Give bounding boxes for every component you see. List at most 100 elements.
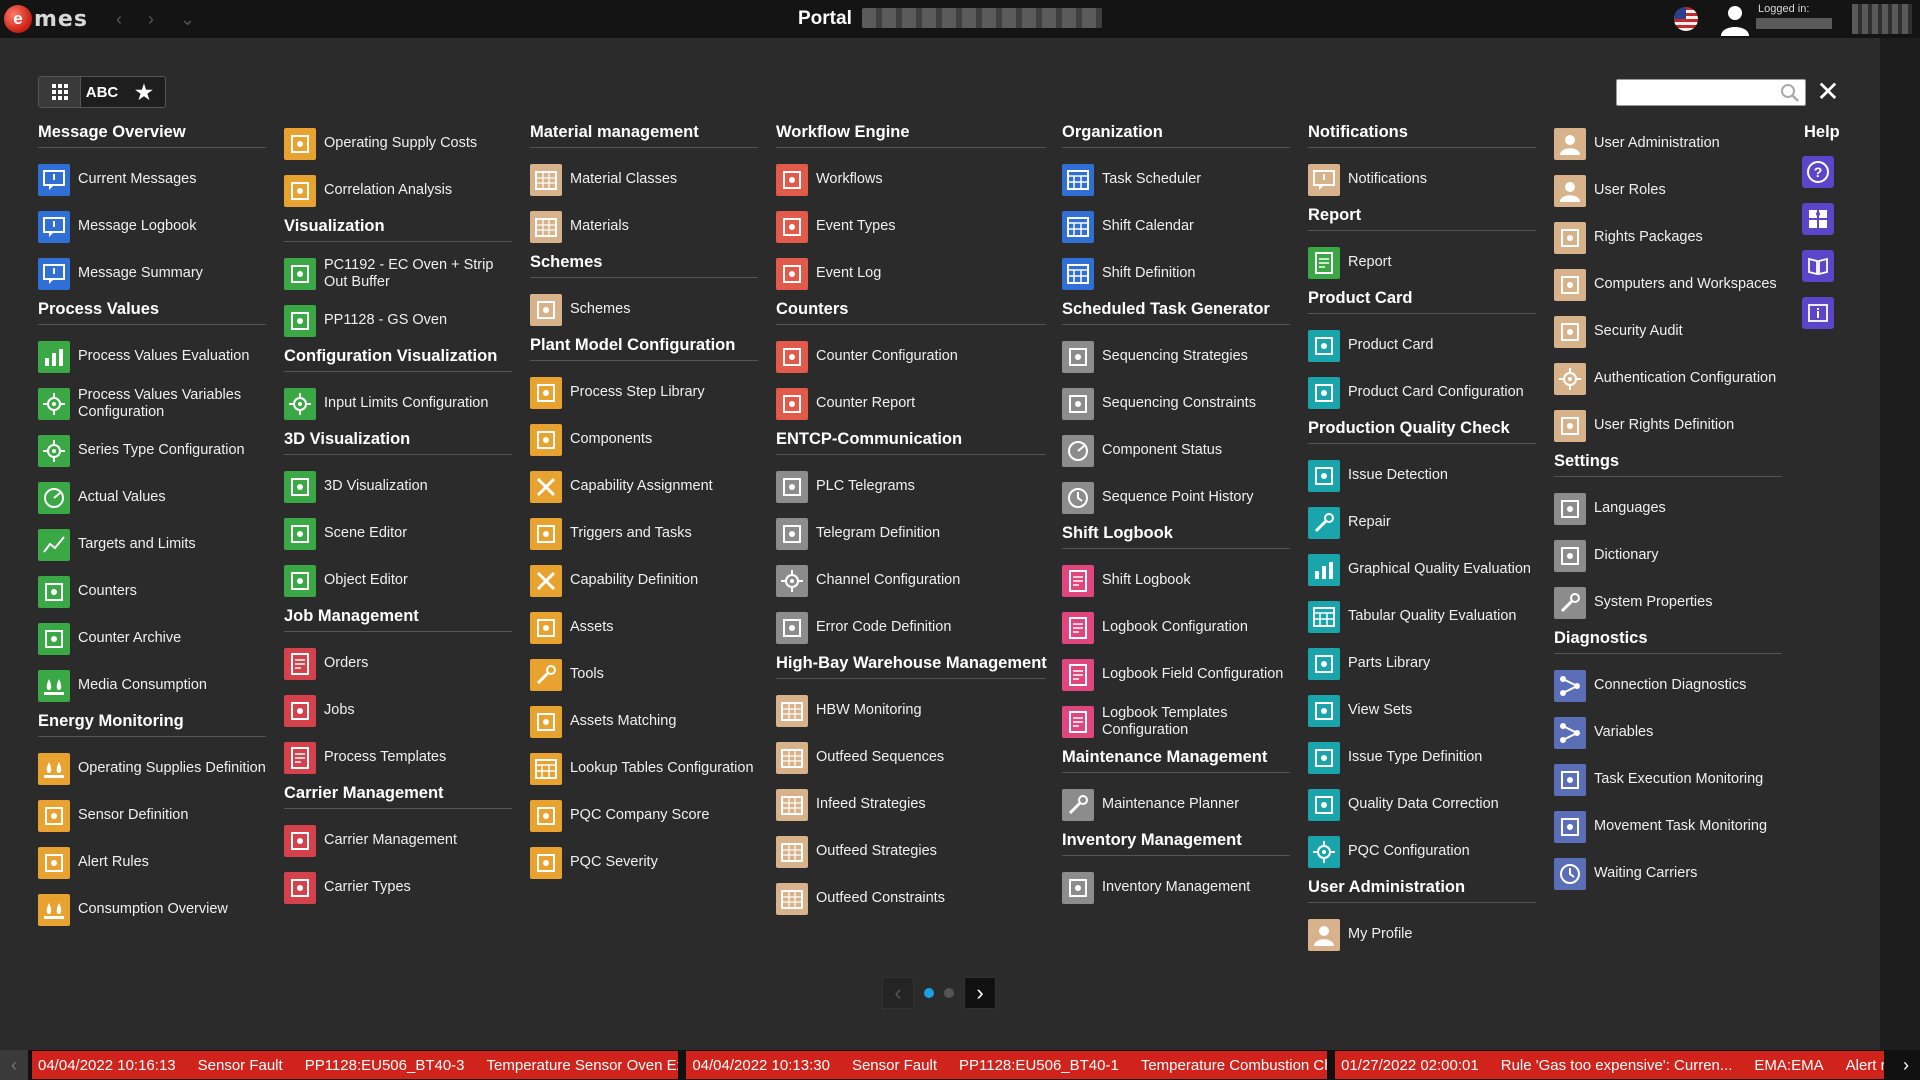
- menu-item[interactable]: Notifications: [1308, 156, 1536, 203]
- menu-item[interactable]: Assets Matching: [530, 698, 758, 745]
- page-dot-2[interactable]: [944, 988, 954, 998]
- forward-icon[interactable]: ›: [148, 9, 154, 30]
- alarm-item[interactable]: 04/04/2022 10:16:13 Sensor Fault PP1128:EU…: [32, 1051, 679, 1079]
- menu-item[interactable]: Message Logbook: [38, 203, 266, 250]
- menu-item[interactable]: Alert Rules: [38, 839, 266, 886]
- menu-item[interactable]: Operating Supplies Definition: [38, 745, 266, 792]
- menu-item[interactable]: Current Messages: [38, 156, 266, 203]
- menu-item[interactable]: Carrier Types: [284, 864, 512, 911]
- menu-item[interactable]: Input Limits Configuration: [284, 380, 512, 427]
- menu-item[interactable]: Waiting Carriers: [1554, 850, 1782, 897]
- chevron-left-icon[interactable]: ‹: [882, 977, 914, 1009]
- menu-item[interactable]: Repair: [1308, 499, 1536, 546]
- menu-item[interactable]: Computers and Workspaces: [1554, 261, 1782, 308]
- help-question-button[interactable]: ?: [1802, 156, 1834, 188]
- menu-item[interactable]: PC1192 - EC Oven + Strip Out Buffer: [284, 250, 512, 297]
- menu-item[interactable]: Connection Diagnostics: [1554, 662, 1782, 709]
- menu-item[interactable]: Tabular Quality Evaluation: [1308, 593, 1536, 640]
- menu-item[interactable]: Scene Editor: [284, 510, 512, 557]
- menu-item[interactable]: Lookup Tables Configuration: [530, 745, 758, 792]
- menu-item[interactable]: Issue Type Definition: [1308, 734, 1536, 781]
- menu-item[interactable]: Variables: [1554, 709, 1782, 756]
- help-info-button[interactable]: [1802, 297, 1834, 329]
- menu-item[interactable]: Counter Archive: [38, 615, 266, 662]
- menu-item[interactable]: Product Card Configuration: [1308, 369, 1536, 416]
- search-icon[interactable]: [1779, 82, 1801, 104]
- alarm-item[interactable]: 04/04/2022 10:13:30 Sensor Fault PP1128:EU…: [686, 1051, 1328, 1079]
- menu-item[interactable]: Sensor Definition: [38, 792, 266, 839]
- close-icon[interactable]: ✕: [1814, 78, 1842, 106]
- menu-item[interactable]: Movement Task Monitoring: [1554, 803, 1782, 850]
- menu-item[interactable]: Graphical Quality Evaluation: [1308, 546, 1536, 593]
- menu-item[interactable]: Sequencing Constraints: [1062, 380, 1290, 427]
- menu-item[interactable]: Inventory Management: [1062, 864, 1290, 911]
- menu-item[interactable]: Actual Values: [38, 474, 266, 521]
- menu-item[interactable]: Telegram Definition: [776, 510, 1046, 557]
- menu-item[interactable]: Maintenance Planner: [1062, 781, 1290, 828]
- back-icon[interactable]: ‹: [116, 9, 122, 30]
- abc-view-button[interactable]: ABC: [81, 77, 123, 107]
- chevron-down-icon[interactable]: ⌄: [180, 9, 195, 30]
- menu-item[interactable]: PQC Severity: [530, 839, 758, 886]
- menu-item[interactable]: Outfeed Sequences: [776, 734, 1046, 781]
- menu-item[interactable]: Shift Definition: [1062, 250, 1290, 297]
- menu-item[interactable]: Outfeed Constraints: [776, 875, 1046, 922]
- menu-item[interactable]: PLC Telegrams: [776, 463, 1046, 510]
- menu-item[interactable]: Triggers and Tasks: [530, 510, 758, 557]
- menu-item[interactable]: Carrier Management: [284, 817, 512, 864]
- menu-item[interactable]: Report: [1308, 239, 1536, 286]
- menu-item[interactable]: Logbook Templates Configuration: [1062, 698, 1290, 745]
- ticker-left-icon[interactable]: ‹: [0, 1050, 28, 1080]
- menu-item[interactable]: Sequencing Strategies: [1062, 333, 1290, 380]
- menu-item[interactable]: Dictionary: [1554, 532, 1782, 579]
- menu-item[interactable]: Shift Logbook: [1062, 557, 1290, 604]
- grid-view-button[interactable]: [39, 77, 81, 107]
- menu-item[interactable]: Authentication Configuration: [1554, 355, 1782, 402]
- menu-item[interactable]: PP1128 - GS Oven: [284, 297, 512, 344]
- menu-item[interactable]: User Administration: [1554, 120, 1782, 167]
- menu-item[interactable]: Channel Configuration: [776, 557, 1046, 604]
- menu-item[interactable]: Media Consumption: [38, 662, 266, 709]
- menu-item[interactable]: PQC Configuration: [1308, 828, 1536, 875]
- menu-item[interactable]: Schemes: [530, 286, 758, 333]
- menu-item[interactable]: Assets: [530, 604, 758, 651]
- user-avatar-icon[interactable]: [1718, 2, 1752, 36]
- menu-item[interactable]: Orders: [284, 640, 512, 687]
- menu-item[interactable]: Shift Calendar: [1062, 203, 1290, 250]
- menu-item[interactable]: Consumption Overview: [38, 886, 266, 933]
- menu-item[interactable]: Targets and Limits: [38, 521, 266, 568]
- menu-item[interactable]: PQC Company Score: [530, 792, 758, 839]
- menu-item[interactable]: Process Templates: [284, 734, 512, 781]
- menu-item[interactable]: Sequence Point History: [1062, 474, 1290, 521]
- menu-item[interactable]: My Profile: [1308, 911, 1536, 958]
- menu-item[interactable]: Task Execution Monitoring: [1554, 756, 1782, 803]
- menu-item[interactable]: Logbook Field Configuration: [1062, 651, 1290, 698]
- menu-item[interactable]: Rights Packages: [1554, 214, 1782, 261]
- menu-item[interactable]: Infeed Strategies: [776, 781, 1046, 828]
- menu-item[interactable]: Object Editor: [284, 557, 512, 604]
- menu-item[interactable]: User Rights Definition: [1554, 402, 1782, 449]
- menu-item[interactable]: Issue Detection: [1308, 452, 1536, 499]
- menu-item[interactable]: Component Status: [1062, 427, 1290, 474]
- menu-item[interactable]: Material Classes: [530, 156, 758, 203]
- ticker-right-icon[interactable]: ›: [1892, 1050, 1920, 1080]
- menu-item[interactable]: Tools: [530, 651, 758, 698]
- menu-item[interactable]: Product Card: [1308, 322, 1536, 369]
- menu-item[interactable]: Counter Configuration: [776, 333, 1046, 380]
- alarm-item[interactable]: 01/27/2022 02:00:01 Rule 'Gas too expensi…: [1335, 1051, 1884, 1079]
- menu-item[interactable]: Operating Supply Costs: [284, 120, 512, 167]
- menu-item[interactable]: Materials: [530, 203, 758, 250]
- menu-item[interactable]: Message Summary: [38, 250, 266, 297]
- page-dot-1[interactable]: [924, 988, 934, 998]
- help-puzzle-button[interactable]: [1802, 203, 1834, 235]
- favorites-button[interactable]: ★: [123, 77, 165, 107]
- menu-item[interactable]: Event Log: [776, 250, 1046, 297]
- menu-item[interactable]: Process Values Variables Configuration: [38, 380, 266, 427]
- menu-item[interactable]: HBW Monitoring: [776, 687, 1046, 734]
- menu-item[interactable]: Process Step Library: [530, 369, 758, 416]
- menu-item[interactable]: Parts Library: [1308, 640, 1536, 687]
- menu-item[interactable]: Quality Data Correction: [1308, 781, 1536, 828]
- chevron-right-icon[interactable]: ›: [964, 977, 996, 1009]
- help-manual-button[interactable]: [1802, 250, 1834, 282]
- menu-item[interactable]: View Sets: [1308, 687, 1536, 734]
